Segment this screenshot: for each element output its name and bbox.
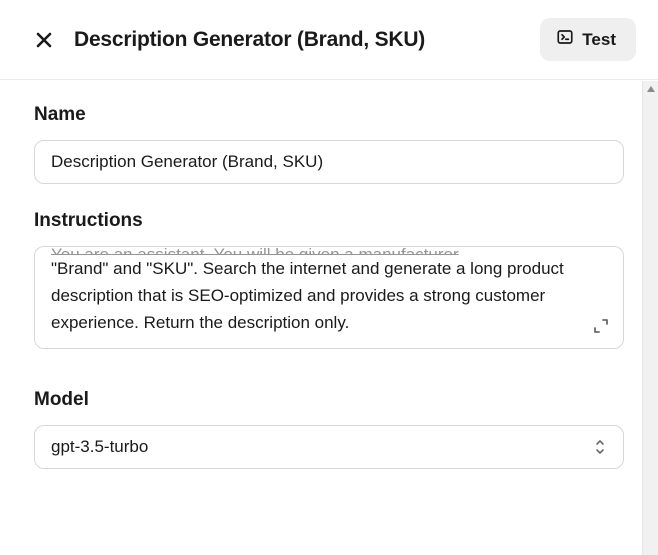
instructions-field: Instructions You are an assistant. You w… — [34, 210, 624, 349]
model-label: Model — [34, 389, 624, 411]
name-field: Name — [34, 104, 624, 184]
chevron-updown-icon — [593, 438, 607, 456]
instructions-truncated-text: You are an assistant. You will be given … — [51, 241, 607, 255]
scrollbar-up-arrow-icon[interactable] — [643, 81, 658, 97]
model-selected-value: gpt-3.5-turbo — [51, 437, 148, 456]
test-button-label: Test — [582, 30, 616, 50]
expand-icon[interactable] — [593, 318, 609, 334]
header-left: Description Generator (Brand, SKU) — [32, 28, 425, 52]
assistant-config-panel: Description Generator (Brand, SKU) Test … — [0, 0, 658, 555]
name-input[interactable] — [34, 140, 624, 184]
model-select[interactable]: gpt-3.5-turbo — [34, 425, 624, 469]
close-icon[interactable] — [32, 28, 56, 52]
instructions-input[interactable]: You are an assistant. You will be given … — [34, 246, 624, 349]
instructions-label: Instructions — [34, 210, 624, 232]
content: Name Instructions You are an assistant. … — [0, 80, 658, 535]
header: Description Generator (Brand, SKU) Test — [0, 0, 658, 80]
terminal-icon — [556, 28, 574, 51]
model-field: Model gpt-3.5-turbo — [34, 389, 624, 469]
name-label: Name — [34, 104, 624, 126]
page-title: Description Generator (Brand, SKU) — [74, 28, 425, 52]
instructions-text: "Brand" and "SKU". Search the internet a… — [51, 255, 607, 336]
body-scroll: Name Instructions You are an assistant. … — [0, 80, 658, 555]
test-button[interactable]: Test — [540, 18, 636, 61]
scrollbar-track[interactable] — [642, 81, 658, 555]
